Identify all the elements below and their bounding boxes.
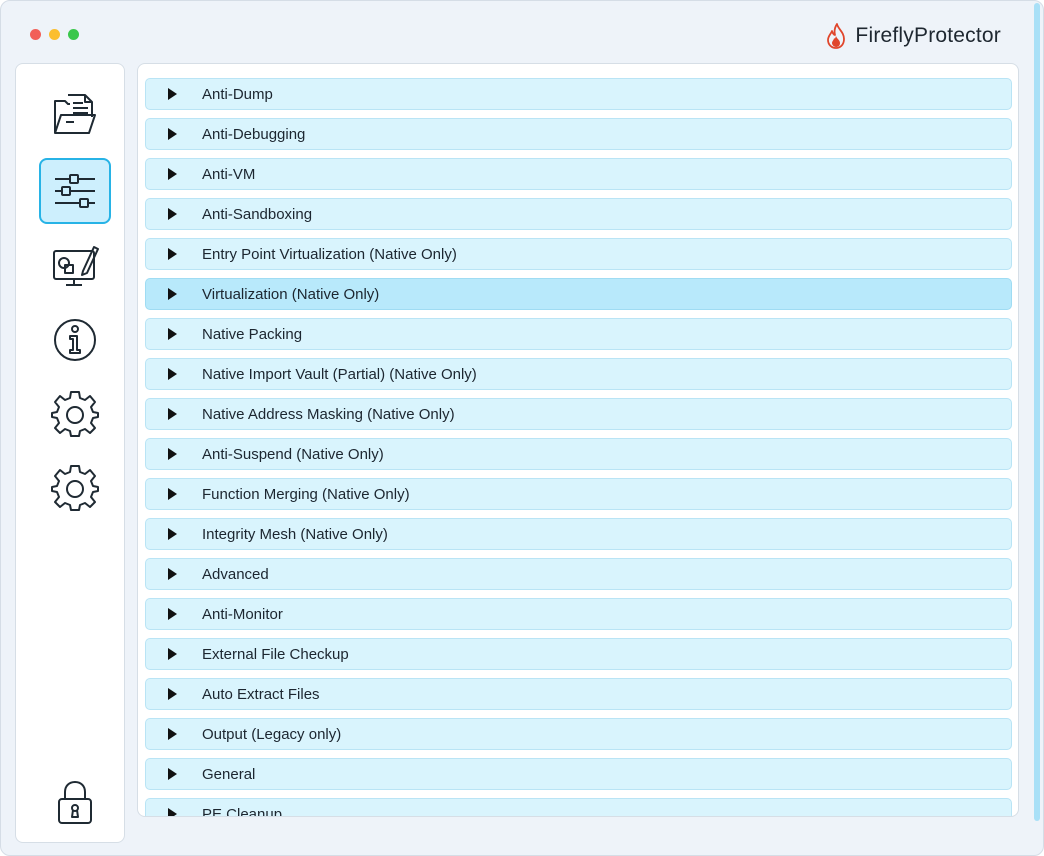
- sliders-icon: [55, 174, 95, 208]
- section-auto-extract-files[interactable]: Auto Extract Files: [145, 678, 1012, 710]
- section-anti-dump[interactable]: Anti-Dump: [145, 78, 1012, 110]
- section-label: Entry Point Virtualization (Native Only): [202, 245, 457, 263]
- section-label: Auto Extract Files: [202, 685, 320, 703]
- section-label: Function Merging (Native Only): [202, 485, 410, 503]
- section-anti-suspend[interactable]: Anti-Suspend (Native Only): [145, 438, 1012, 470]
- section-label: Anti-Debugging: [202, 125, 306, 143]
- section-label: Output (Legacy only): [202, 725, 342, 743]
- section-advanced[interactable]: Advanced: [145, 558, 1012, 590]
- sidebar-item-virtualization-editor[interactable]: [39, 233, 111, 299]
- section-anti-sandboxing[interactable]: Anti-Sandboxing: [145, 198, 1012, 230]
- section-entry-point-virtualization[interactable]: Entry Point Virtualization (Native Only): [145, 238, 1012, 270]
- folder-document-icon: [54, 94, 96, 134]
- expand-triangle-icon: [168, 288, 177, 300]
- section-function-merging[interactable]: Function Merging (Native Only): [145, 478, 1012, 510]
- window-controls: [30, 29, 79, 40]
- section-label: Anti-Suspend (Native Only): [202, 445, 384, 463]
- section-label: Anti-Dump: [202, 85, 273, 103]
- zoom-window-button[interactable]: [68, 29, 79, 40]
- section-output[interactable]: Output (Legacy only): [145, 718, 1012, 750]
- section-label: Virtualization (Native Only): [202, 285, 380, 303]
- close-window-button[interactable]: [30, 29, 41, 40]
- sidebar-item-license[interactable]: [39, 769, 111, 835]
- flame-logo-icon: [827, 23, 846, 49]
- expand-triangle-icon: [168, 568, 177, 580]
- section-external-file-checkup[interactable]: External File Checkup: [145, 638, 1012, 670]
- expand-triangle-icon: [168, 768, 177, 780]
- app-brand: FireflyProtector: [825, 23, 1001, 49]
- section-label: Anti-Monitor: [202, 605, 283, 623]
- expand-triangle-icon: [168, 328, 177, 340]
- sidebar-item-advanced-settings[interactable]: [39, 456, 111, 522]
- expand-triangle-icon: [168, 248, 177, 260]
- section-label: Native Packing: [202, 325, 303, 343]
- expand-triangle-icon: [168, 408, 177, 420]
- expand-triangle-icon: [168, 488, 177, 500]
- section-anti-monitor[interactable]: Anti-Monitor: [145, 598, 1012, 630]
- section-label: Anti-Sandboxing: [202, 205, 313, 223]
- expand-triangle-icon: [168, 688, 177, 700]
- expand-triangle-icon: [168, 728, 177, 740]
- section-label: Integrity Mesh (Native Only): [202, 525, 388, 543]
- section-label: External File Checkup: [202, 645, 349, 663]
- sidebar-item-open-file[interactable]: [39, 81, 111, 147]
- section-anti-debugging[interactable]: Anti-Debugging: [145, 118, 1012, 150]
- gear-icon: [51, 465, 99, 511]
- section-label: Native Import Vault (Partial) (Native On…: [202, 365, 477, 383]
- section-anti-vm[interactable]: Anti-VM: [145, 158, 1012, 190]
- section-pe-cleanup[interactable]: PE Cleanup: [145, 798, 1012, 817]
- expand-triangle-icon: [168, 528, 177, 540]
- section-virtualization[interactable]: Virtualization (Native Only): [145, 278, 1012, 310]
- minimize-window-button[interactable]: [49, 29, 60, 40]
- sidebar-item-settings[interactable]: [39, 382, 111, 448]
- app-window: FireflyProtector Anti-Dump Anti-Debuggin…: [0, 0, 1044, 856]
- protection-options-panel: Anti-Dump Anti-Debugging Anti-VM Anti-Sa…: [137, 63, 1019, 817]
- expand-triangle-icon: [168, 208, 177, 220]
- section-integrity-mesh[interactable]: Integrity Mesh (Native Only): [145, 518, 1012, 550]
- expand-triangle-icon: [168, 128, 177, 140]
- monitor-pen-icon: [53, 246, 99, 286]
- section-label: Advanced: [202, 565, 269, 583]
- section-native-packing[interactable]: Native Packing: [145, 318, 1012, 350]
- section-label: PE Cleanup: [202, 805, 283, 817]
- lock-icon: [58, 781, 92, 824]
- info-icon: [54, 319, 96, 361]
- gear-icon: [51, 391, 99, 437]
- sidebar-item-about[interactable]: [39, 307, 111, 373]
- expand-triangle-icon: [168, 168, 177, 180]
- expand-triangle-icon: [168, 808, 177, 816]
- section-native-import-vault[interactable]: Native Import Vault (Partial) (Native On…: [145, 358, 1012, 390]
- expand-triangle-icon: [168, 608, 177, 620]
- section-label: Anti-VM: [202, 165, 256, 183]
- section-label: General: [202, 765, 256, 783]
- expand-triangle-icon: [168, 648, 177, 660]
- expand-triangle-icon: [168, 368, 177, 380]
- sidebar: [15, 63, 125, 843]
- expand-triangle-icon: [168, 88, 177, 100]
- window-scrollbar[interactable]: [1034, 3, 1040, 821]
- sidebar-item-protection-options[interactable]: [39, 158, 111, 224]
- section-list: Anti-Dump Anti-Debugging Anti-VM Anti-Sa…: [145, 78, 1012, 817]
- section-label: Native Address Masking (Native Only): [202, 405, 455, 423]
- expand-triangle-icon: [168, 448, 177, 460]
- section-general[interactable]: General: [145, 758, 1012, 790]
- section-native-address-masking[interactable]: Native Address Masking (Native Only): [145, 398, 1012, 430]
- app-title: FireflyProtector: [855, 24, 1001, 47]
